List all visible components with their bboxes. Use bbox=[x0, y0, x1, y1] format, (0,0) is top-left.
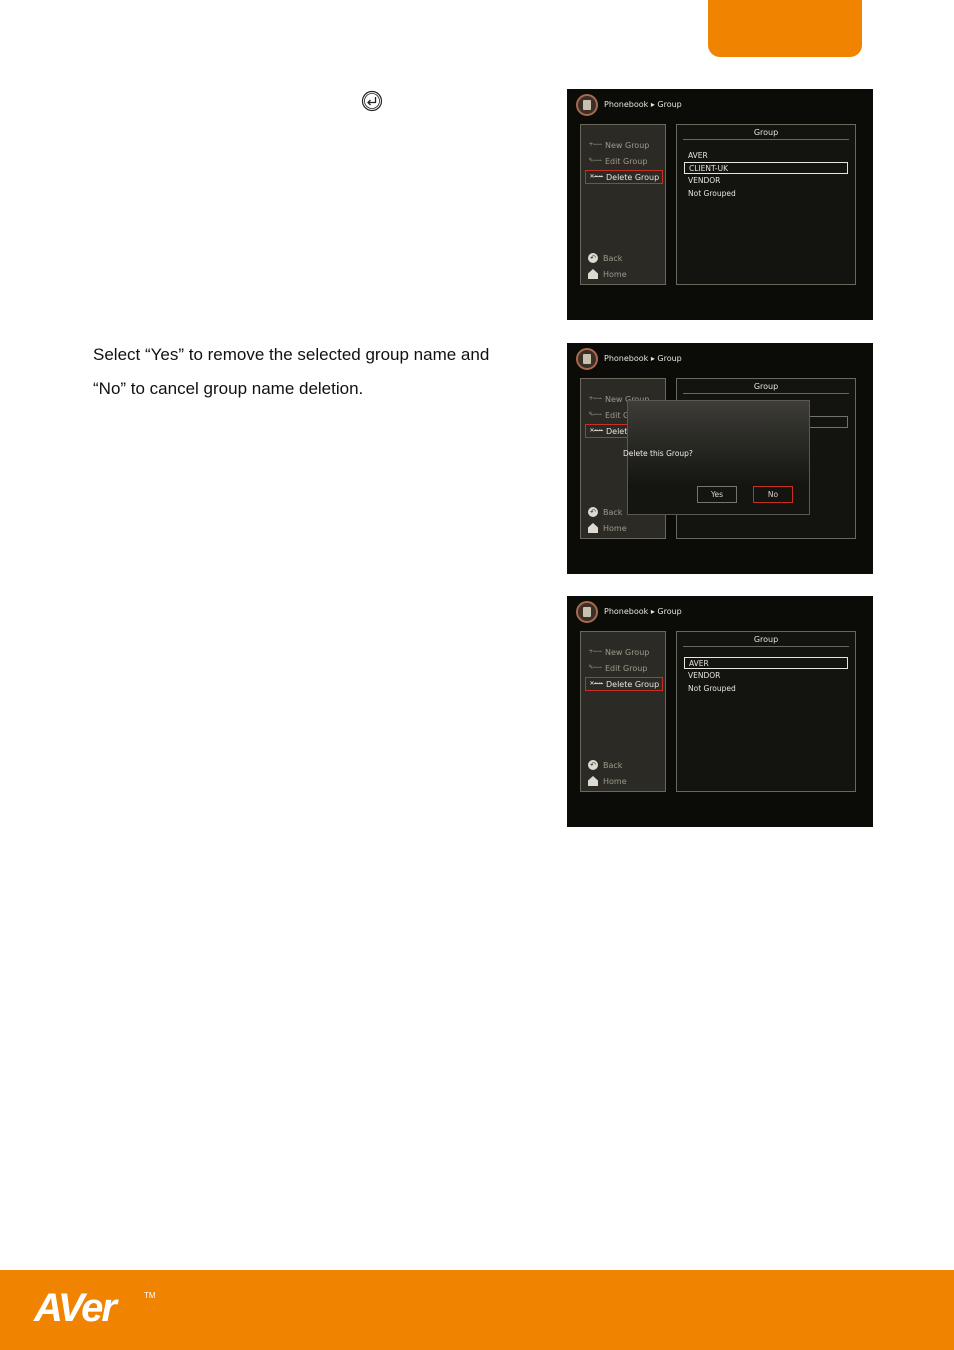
group-list-item[interactable]: VENDOR bbox=[684, 670, 848, 682]
group-list-item[interactable]: Not Grouped bbox=[684, 188, 848, 200]
back-icon: ↶ bbox=[588, 507, 598, 517]
delete-group-icon: ✕ꕀꕀ bbox=[589, 680, 604, 687]
home-icon bbox=[588, 776, 598, 786]
header-tab bbox=[708, 0, 862, 57]
group-list-title: Group bbox=[753, 382, 779, 391]
group-list-panel: Group AVER VENDOR Not Grouped bbox=[676, 631, 856, 792]
menu-item-label: New Group bbox=[605, 647, 650, 657]
menu-item-label: Delete Group bbox=[606, 679, 660, 689]
group-list-item-selected[interactable]: CLIENT-UK bbox=[684, 162, 848, 174]
menu-item-edit-group[interactable]: ✎ꕀꕀEdit Group bbox=[585, 661, 663, 675]
group-list-item-selected[interactable]: AVER bbox=[684, 657, 848, 669]
edit-group-icon: ✎ꕀꕀ bbox=[588, 664, 603, 671]
enter-key-icon bbox=[361, 90, 383, 112]
menu-item-new-group[interactable]: +ꕀꕀ New Group bbox=[585, 645, 663, 659]
menu-panel: +ꕀꕀNew Group ✎ꕀꕀEdit Group ✕ꕀꕀDelete Gro… bbox=[580, 124, 666, 285]
divider bbox=[683, 646, 849, 647]
menu-item-label: Back bbox=[603, 760, 623, 770]
menu-item-home[interactable]: Home bbox=[585, 521, 663, 535]
delete-group-icon: ✕ꕀꕀ bbox=[589, 427, 604, 434]
menu-item-label: Edit Group bbox=[605, 156, 648, 166]
edit-group-icon: ✎ꕀꕀ bbox=[588, 157, 603, 164]
menu-item-label: Home bbox=[603, 269, 627, 279]
menu-item-label: Back bbox=[603, 253, 623, 263]
menu-item-label: Home bbox=[603, 776, 627, 786]
breadcrumb-contact-icon bbox=[576, 94, 598, 116]
menu-item-label: New Group bbox=[605, 140, 650, 150]
menu-item-home[interactable]: Home bbox=[585, 267, 663, 281]
breadcrumb-contact-icon bbox=[576, 601, 598, 623]
menu-item-label: Home bbox=[603, 523, 627, 533]
dialog-message: Delete this Group? bbox=[623, 449, 693, 458]
group-list-item[interactable]: Not Grouped bbox=[684, 683, 848, 695]
breadcrumb-contact-icon bbox=[576, 348, 598, 370]
aver-logo: AVer bbox=[34, 1286, 117, 1330]
menu-item-back[interactable]: ↶ Back bbox=[585, 758, 663, 772]
new-group-icon: +ꕀꕀ bbox=[588, 141, 603, 148]
menu-item-back[interactable]: ↶ Back bbox=[585, 251, 663, 265]
group-list-item[interactable]: VENDOR bbox=[684, 175, 848, 187]
screenshot-group-deleted: Phonebook ▸ Group +ꕀꕀ New Group ✎ꕀꕀ Edit G… bbox=[567, 596, 873, 827]
group-list-item[interactable]: AVER bbox=[684, 150, 848, 162]
breadcrumb: Phonebook ▸ Group bbox=[604, 100, 682, 109]
no-button[interactable]: No bbox=[753, 486, 793, 503]
instruction-text: Select “Yes” to remove the selected grou… bbox=[93, 338, 553, 406]
menu-panel: +ꕀꕀNew Group ✎ꕀꕀEdit Group ✕ꕀꕀDelete Gro… bbox=[580, 631, 666, 792]
divider bbox=[683, 139, 849, 140]
back-icon: ↶ bbox=[588, 760, 598, 770]
menu-item-edit-group[interactable]: ✎ꕀꕀEdit Group bbox=[585, 154, 663, 168]
footer-bar bbox=[0, 1270, 954, 1350]
new-group-icon: +ꕀꕀ bbox=[588, 395, 603, 402]
menu-item-label: Edit Group bbox=[605, 663, 648, 673]
group-list-title: Group bbox=[753, 128, 779, 137]
menu-item-label: Back bbox=[603, 507, 623, 517]
breadcrumb: Phonebook ▸ Group bbox=[604, 607, 682, 616]
screenshot-delete-group-selected: Phonebook ▸ Group +ꕀꕀ New Group ✎ꕀꕀ Edit G… bbox=[567, 89, 873, 320]
group-list-title: Group bbox=[753, 635, 779, 644]
menu-item-delete-group[interactable]: ✕ꕀꕀDelete Group bbox=[585, 677, 663, 691]
menu-item-delete-group[interactable]: ✕ꕀꕀDelete Group bbox=[585, 170, 663, 184]
new-group-icon: +ꕀꕀ bbox=[588, 648, 603, 655]
home-icon bbox=[588, 523, 598, 533]
menu-item-label: Delete Group bbox=[606, 172, 660, 182]
delete-group-icon: ✕ꕀꕀ bbox=[589, 173, 604, 180]
breadcrumb: Phonebook ▸ Group bbox=[604, 354, 682, 363]
group-list-panel: Group AVER CLIENT-UK VENDOR Not Grouped bbox=[676, 124, 856, 285]
instruction-line-1: Select “Yes” to remove the selected grou… bbox=[93, 345, 490, 364]
screenshot-delete-confirmation: Phonebook ▸ Group +ꕀꕀNew Group ✎ꕀꕀEdit G… bbox=[567, 343, 873, 574]
yes-button[interactable]: Yes bbox=[697, 486, 737, 503]
instruction-line-2: “No” to cancel group name deletion. bbox=[93, 379, 364, 398]
edit-group-icon: ✎ꕀꕀ bbox=[588, 411, 603, 418]
divider bbox=[683, 393, 849, 394]
menu-item-home[interactable]: Home bbox=[585, 774, 663, 788]
back-icon: ↶ bbox=[588, 253, 598, 263]
home-icon bbox=[588, 269, 598, 279]
menu-item-new-group[interactable]: +ꕀꕀ New Group bbox=[585, 138, 663, 152]
trademark-mark: TM bbox=[144, 1291, 156, 1300]
